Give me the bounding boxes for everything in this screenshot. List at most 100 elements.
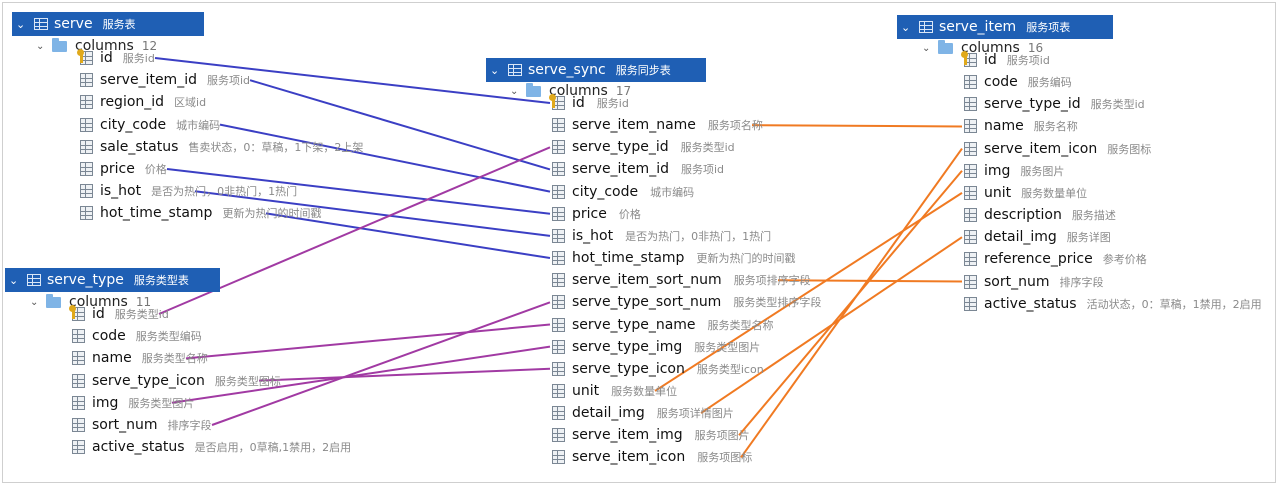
field-name: is_hot bbox=[100, 183, 142, 200]
field-row-serve_sync-unit[interactable]: unit 服务数量单位 bbox=[552, 381, 677, 401]
field-row-serve_item-unit[interactable]: unit 服务数量单位 bbox=[964, 183, 1087, 203]
field-row-serve_sync-detail_img[interactable]: detail_img 服务项详情图片 bbox=[552, 403, 734, 423]
field-row-serve_sync-serve_type_sort_num[interactable]: serve_type_sort_num 服务类型排序字段 bbox=[552, 292, 821, 312]
field-name: serve_item_icon bbox=[984, 140, 1098, 157]
field-comment: 服务id bbox=[122, 52, 155, 65]
primary-key-icon bbox=[69, 305, 85, 321]
field-name: img bbox=[92, 394, 119, 411]
field-row-serve_item-reference_price[interactable]: reference_price 参考价格 bbox=[964, 249, 1147, 269]
field-row-serve_item-serve_item_icon[interactable]: serve_item_icon 服务图标 bbox=[964, 139, 1151, 159]
field-name: serve_type_id bbox=[572, 139, 669, 156]
field-row-serve-is_hot[interactable]: is_hot 是否为热门，0非热门，1热门 bbox=[80, 181, 297, 201]
field-row-serve_item-active_status[interactable]: active_status 活动状态，0：草稿，1禁用，2启用 bbox=[964, 294, 1262, 314]
field-name: name bbox=[92, 350, 132, 367]
field-comment: 更新为热门的时间戳 bbox=[222, 207, 322, 221]
field-comment: 城市编码 bbox=[176, 118, 221, 132]
field-row-serve_sync-hot_time_stamp[interactable]: hot_time_stamp 更新为热门的时间戳 bbox=[552, 248, 795, 268]
field-row-serve_item-sort_num[interactable]: sort_num 排序字段 bbox=[964, 272, 1104, 292]
field-row-serve_type-sort_num[interactable]: sort_num 排序字段 bbox=[72, 415, 212, 435]
field-row-serve_item-img[interactable]: img 服务图片 bbox=[964, 161, 1064, 181]
field-row-serve_sync-serve_item_icon[interactable]: serve_item_icon 服务项图标 bbox=[552, 447, 752, 467]
field-row-serve_sync-serve_type_icon[interactable]: serve_type_icon 服务类型icon bbox=[552, 359, 764, 379]
field-name: serve_item_id bbox=[572, 161, 669, 178]
field-row-serve_item-detail_img[interactable]: detail_img 服务详图 bbox=[964, 227, 1111, 247]
field-row-serve_type-active_status[interactable]: active_status 是否启用，0草稿,1禁用，2启用 bbox=[72, 437, 351, 457]
column-icon bbox=[552, 317, 565, 332]
field-row-serve-sale_status[interactable]: sale_status 售卖状态，0：草稿，1下架，2上架 bbox=[80, 137, 363, 157]
field-row-serve-serve_item_id[interactable]: serve_item_id 服务项id bbox=[80, 70, 250, 90]
field-row-serve_sync-id[interactable]: id 服务id bbox=[549, 93, 629, 113]
chevron-down-icon[interactable]: ⌄ bbox=[30, 297, 46, 308]
table-header-serve_type[interactable]: ⌄ serve_type 服务类型表 bbox=[5, 268, 220, 292]
field-comment: 服务项id bbox=[1006, 54, 1050, 67]
field-row-serve_sync-is_hot[interactable]: is_hot 是否为热门，0非热门，1热门 bbox=[552, 226, 771, 246]
folder-icon bbox=[938, 39, 953, 54]
field-comment: 服务数量单位 bbox=[611, 384, 678, 398]
field-row-serve-id[interactable]: id 服务id bbox=[77, 48, 155, 68]
chevron-down-icon[interactable]: ⌄ bbox=[922, 43, 938, 54]
field-row-serve-region_id[interactable]: region_id 区域id bbox=[80, 92, 206, 112]
field-row-serve_type-code[interactable]: code 服务类型编码 bbox=[72, 326, 202, 346]
field-comment: 排序字段 bbox=[1059, 275, 1104, 289]
column-icon bbox=[964, 119, 977, 134]
table-name: serve_type bbox=[47, 272, 124, 288]
field-name: id bbox=[100, 50, 113, 66]
field-row-serve_item-name[interactable]: name 服务名称 bbox=[964, 116, 1078, 136]
field-row-serve_sync-city_code[interactable]: city_code 城市编码 bbox=[552, 182, 694, 202]
field-row-serve_type-img[interactable]: img 服务类型图片 bbox=[72, 393, 194, 413]
field-comment: 服务类型图标 bbox=[214, 374, 281, 388]
column-icon bbox=[964, 141, 977, 156]
field-name: hot_time_stamp bbox=[100, 205, 213, 222]
table-header-serve_item[interactable]: ⌄ serve_item 服务项表 bbox=[897, 15, 1113, 39]
field-name: serve_item_id bbox=[100, 72, 197, 89]
field-row-serve_sync-serve_item_sort_num[interactable]: serve_item_sort_num 服务项排序字段 bbox=[552, 270, 811, 290]
chevron-down-icon[interactable]: ⌄ bbox=[36, 41, 52, 52]
field-comment: 售卖状态，0：草稿，1下架，2上架 bbox=[188, 140, 364, 154]
field-name: serve_item_sort_num bbox=[572, 272, 722, 289]
field-row-serve_type-id[interactable]: id 服务类型id bbox=[69, 304, 169, 324]
column-icon bbox=[72, 418, 85, 432]
field-row-serve_sync-serve_type_name[interactable]: serve_type_name 服务类型名称 bbox=[552, 315, 774, 335]
field-row-serve_item-serve_type_id[interactable]: serve_type_id 服务类型id bbox=[964, 94, 1145, 114]
field-row-serve_sync-serve_item_name[interactable]: serve_item_name 服务项名称 bbox=[552, 115, 763, 135]
folder-icon bbox=[46, 293, 61, 308]
table-header-serve[interactable]: ⌄ serve 服务表 bbox=[12, 12, 204, 36]
field-row-serve_sync-serve_item_img[interactable]: serve_item_img 服务项图片 bbox=[552, 425, 750, 445]
field-name: serve_type_sort_num bbox=[572, 294, 722, 311]
field-comment: 服务详图 bbox=[1066, 231, 1111, 245]
chevron-down-icon[interactable]: ⌄ bbox=[901, 21, 915, 34]
field-name: img bbox=[984, 162, 1011, 179]
field-comment: 服务名称 bbox=[1033, 120, 1078, 134]
field-row-serve-price[interactable]: price 价格 bbox=[80, 159, 167, 179]
field-row-serve_type-name[interactable]: name 服务类型名称 bbox=[72, 348, 208, 368]
chevron-down-icon[interactable]: ⌄ bbox=[9, 274, 23, 287]
field-comment: 服务图片 bbox=[1020, 164, 1065, 178]
field-name: city_code bbox=[572, 183, 639, 200]
table-header-serve_sync[interactable]: ⌄ serve_sync 服务同步表 bbox=[486, 58, 706, 82]
field-name: hot_time_stamp bbox=[572, 250, 685, 267]
chevron-down-icon[interactable]: ⌄ bbox=[16, 18, 30, 31]
field-row-serve_type-serve_type_icon[interactable]: serve_type_icon 服务类型图标 bbox=[72, 371, 281, 391]
field-comment: 是否启用，0草稿,1禁用，2启用 bbox=[194, 441, 352, 455]
field-comment: 服务类型编码 bbox=[135, 330, 202, 344]
primary-key-icon bbox=[77, 49, 93, 65]
field-row-serve-city_code[interactable]: city_code 城市编码 bbox=[80, 115, 220, 135]
field-row-serve-hot_time_stamp[interactable]: hot_time_stamp 更新为热门的时间戳 bbox=[80, 203, 321, 223]
chevron-down-icon[interactable]: ⌄ bbox=[490, 64, 504, 77]
field-comment: 服务类型id bbox=[680, 141, 735, 155]
field-row-serve_sync-serve_type_img[interactable]: serve_type_img 服务类型图片 bbox=[552, 337, 760, 357]
field-row-serve_item-id[interactable]: id 服务项id bbox=[961, 50, 1050, 70]
field-name: description bbox=[984, 207, 1062, 224]
field-row-serve_item-code[interactable]: code 服务编码 bbox=[964, 72, 1072, 92]
field-name: serve_type_icon bbox=[572, 360, 685, 377]
field-comment: 服务项详情图片 bbox=[656, 407, 734, 421]
field-row-serve_sync-serve_type_id[interactable]: serve_type_id 服务类型id bbox=[552, 137, 735, 157]
column-icon bbox=[964, 274, 977, 289]
column-icon bbox=[80, 95, 93, 110]
field-row-serve_sync-price[interactable]: price 价格 bbox=[552, 204, 641, 224]
field-row-serve_sync-serve_item_id[interactable]: serve_item_id 服务项id bbox=[552, 159, 724, 179]
field-name: is_hot bbox=[572, 227, 614, 244]
field-name: unit bbox=[572, 382, 600, 399]
field-row-serve_item-description[interactable]: description 服务描述 bbox=[964, 205, 1116, 225]
chevron-down-icon[interactable]: ⌄ bbox=[510, 86, 526, 97]
